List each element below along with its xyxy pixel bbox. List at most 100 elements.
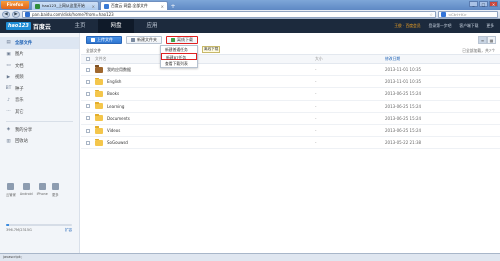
nav-apps[interactable]: 应用 bbox=[134, 19, 170, 33]
minimize-button[interactable]: _ bbox=[469, 1, 478, 7]
baidu-favicon-icon bbox=[104, 3, 109, 9]
row-checkbox[interactable] bbox=[86, 116, 90, 121]
file-date: 2013-11-01 10:35 bbox=[385, 79, 422, 85]
header-link[interactable]: 登录第一步吧 bbox=[429, 23, 452, 29]
user-name[interactable]: 王俊 · 百度会员 bbox=[394, 23, 420, 29]
breadcrumb-all-files[interactable]: 全部文件 bbox=[86, 48, 101, 54]
tab-close-icon[interactable]: × bbox=[92, 4, 95, 9]
table-header: 文件名 大小 修改日期 bbox=[81, 55, 500, 64]
divider bbox=[6, 120, 73, 121]
header-filename[interactable]: 文件名 bbox=[95, 56, 315, 62]
sidebar-item-documents[interactable]: ▭ 文档 bbox=[0, 60, 79, 72]
upload-button[interactable]: 上传文件 bbox=[86, 36, 122, 44]
list-view-button[interactable]: ≡ bbox=[478, 36, 487, 44]
sidebar-item-images[interactable]: ▣ 图片 bbox=[0, 49, 79, 61]
new-folder-button[interactable]: 新建文件夹 bbox=[126, 36, 162, 44]
offline-download-button[interactable]: 离线下载 bbox=[166, 36, 198, 44]
sidebar-item-recycle-bin[interactable]: ▥ 回收站 bbox=[0, 136, 79, 148]
logo-hao123: hao123 bbox=[6, 22, 31, 30]
device-more[interactable]: 更多 bbox=[51, 183, 59, 197]
row-checkbox[interactable] bbox=[86, 79, 90, 84]
sidebar-item-my-shares[interactable]: ◈ 我的分享 bbox=[0, 124, 79, 136]
table-row[interactable]: Documents - 2013-06-25 15:24 bbox=[81, 113, 500, 125]
row-checkbox[interactable] bbox=[86, 104, 90, 109]
site-identity-icon bbox=[25, 11, 30, 17]
more-icon: ⋯ bbox=[6, 109, 11, 115]
back-button[interactable]: ◀ bbox=[2, 10, 10, 18]
file-name[interactable]: English bbox=[107, 79, 121, 84]
table-row[interactable]: Videos - 2013-06-25 15:24 bbox=[81, 125, 500, 138]
sidebar-item-videos[interactable]: ▶ 视频 bbox=[0, 72, 79, 84]
hao123-favicon-icon bbox=[35, 3, 40, 9]
table-row[interactable]: English - 2013-11-01 10:35 bbox=[81, 76, 500, 89]
search-engine-icon bbox=[441, 11, 446, 17]
folder-icon bbox=[95, 77, 103, 85]
tab-hao123[interactable]: hao123_上网从这里开始 × bbox=[31, 1, 99, 10]
sidebar-item-torrents[interactable]: BT 种子 bbox=[0, 83, 79, 95]
folder-icon bbox=[95, 138, 103, 146]
row-checkbox[interactable] bbox=[86, 140, 90, 145]
table-row[interactable]: Books - 2013-06-25 15:24 bbox=[81, 88, 500, 101]
header-size[interactable]: 大小 bbox=[315, 56, 385, 62]
bookmark-star-icon[interactable]: ☆ bbox=[429, 12, 433, 17]
storage-quota: 396.7M/2315G 扩容 bbox=[6, 223, 72, 234]
sidebar-item-music[interactable]: ♪ 音乐 bbox=[0, 95, 79, 107]
quota-bar bbox=[6, 223, 72, 226]
image-icon: ▣ bbox=[6, 51, 11, 57]
download-icon bbox=[171, 38, 175, 42]
device-iphone[interactable]: iPhone bbox=[37, 183, 48, 197]
tab-label: hao123_上网从这里开始 bbox=[42, 3, 85, 8]
sidebar-item-other[interactable]: ⋯ 其它 bbox=[0, 106, 79, 118]
device-label: 云管家 bbox=[6, 193, 16, 197]
file-name[interactable]: Documents bbox=[107, 116, 130, 121]
document-icon: ▭ bbox=[6, 63, 11, 69]
device-label: iPhone bbox=[36, 192, 48, 196]
file-name[interactable]: 我的应用数据 bbox=[107, 67, 131, 73]
row-checkbox[interactable] bbox=[86, 128, 90, 133]
sidebar-item-all-files[interactable]: ▤ 全部文件 bbox=[0, 37, 79, 49]
table-row[interactable]: Learning - 2013-06-25 15:24 bbox=[81, 101, 500, 113]
search-placeholder: <Ctrl+K> bbox=[448, 11, 467, 17]
new-tab-button[interactable]: + bbox=[169, 3, 177, 10]
share-icon: ◈ bbox=[6, 127, 11, 133]
address-bar[interactable]: pan.baidu.com/disk/home?from=hao123 ☆ bbox=[22, 10, 436, 18]
tab-close-icon[interactable]: × bbox=[161, 4, 164, 9]
firefox-menu-button[interactable]: Firefox bbox=[1, 1, 29, 9]
menu-item-new-task[interactable]: 新建普通任务 bbox=[161, 46, 197, 53]
tooltip: 离线下载 bbox=[202, 45, 221, 53]
expand-quota-link[interactable]: 扩容 bbox=[65, 228, 72, 233]
table-row[interactable]: SoGouwsd - 2013-05-22 21:38 bbox=[81, 137, 500, 150]
app-folder-icon bbox=[95, 65, 103, 73]
menu-item-new-bt-task[interactable]: 新建BT任务 bbox=[161, 53, 197, 60]
forward-button[interactable]: ▶ bbox=[12, 10, 20, 18]
header-link[interactable]: 更多 bbox=[486, 23, 494, 29]
maximize-button[interactable]: □ bbox=[479, 1, 488, 7]
file-size: - bbox=[315, 91, 317, 97]
file-size: - bbox=[315, 67, 317, 73]
device-android[interactable]: Android bbox=[20, 183, 33, 197]
row-checkbox[interactable] bbox=[86, 91, 90, 96]
device-pc[interactable]: 云管家 bbox=[6, 183, 16, 197]
sidebar-item-label: 视频 bbox=[15, 75, 24, 81]
file-name[interactable]: Learning bbox=[107, 104, 124, 109]
close-window-button[interactable]: × bbox=[489, 1, 498, 7]
logo[interactable]: hao123 百度云 bbox=[0, 19, 62, 33]
nav-home[interactable]: 主页 bbox=[62, 19, 98, 33]
file-name[interactable]: Books bbox=[107, 91, 119, 96]
menu-item-download-list[interactable]: 查看下载列表 bbox=[161, 60, 197, 67]
search-box[interactable]: <Ctrl+K> bbox=[438, 10, 498, 18]
browser-navbar: ◀ ▶ pan.baidu.com/disk/home?from=hao123 … bbox=[0, 10, 500, 19]
row-checkbox[interactable] bbox=[86, 67, 90, 72]
folder-plus-icon bbox=[131, 38, 135, 42]
file-name[interactable]: Videos bbox=[107, 128, 120, 133]
select-all-checkbox[interactable] bbox=[86, 57, 90, 61]
header-link[interactable]: 客户端下载 bbox=[459, 23, 478, 29]
grid-view-button[interactable]: ▦ bbox=[487, 36, 496, 44]
header-date[interactable]: 修改日期 bbox=[385, 56, 500, 62]
tab-baidu-pan[interactable]: 百度云 网盘-全部文件 × bbox=[100, 1, 168, 10]
file-name[interactable]: SoGouwsd bbox=[107, 140, 128, 145]
nav-netdisk[interactable]: 网盘 bbox=[98, 19, 134, 33]
pc-icon bbox=[7, 183, 15, 190]
main-content: 上传文件 新建文件夹 离线下载 ≡ ▦ 新建普通任务 新建BT任务 查看下载列表… bbox=[81, 33, 500, 253]
table-row[interactable]: 我的应用数据 - 2013-11-01 10:35 bbox=[81, 64, 500, 77]
